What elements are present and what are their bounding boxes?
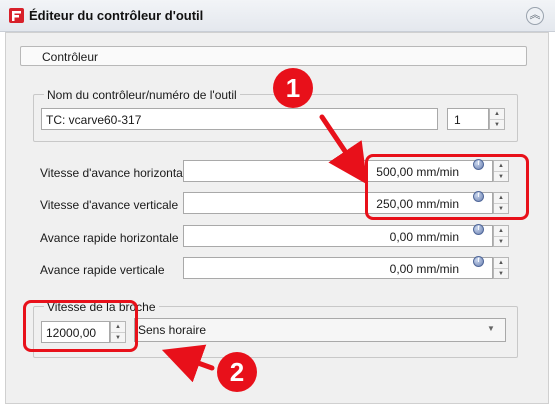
vertical-rapid-stepper[interactable]: ▲ ▼ xyxy=(493,257,509,279)
feed-highlight-box xyxy=(365,154,529,220)
horizontal-rapid-stepper[interactable]: ▲ ▼ xyxy=(493,225,509,247)
spin-up-icon[interactable]: ▲ xyxy=(494,226,508,237)
spindle-highlight-box xyxy=(23,300,138,352)
vertical-feed-label: Vitesse d'avance verticale xyxy=(40,198,179,212)
callout-1-badge: 1 xyxy=(273,68,313,108)
section-header[interactable]: Contrôleur xyxy=(20,46,527,66)
vertical-rapid-label: Avance rapide verticale xyxy=(40,263,165,277)
callout-2-badge: 2 xyxy=(217,352,257,392)
spindle-direction-select[interactable]: Sens horaire xyxy=(134,318,506,342)
tool-number-input[interactable]: 1 xyxy=(447,108,489,130)
spin-up-icon[interactable]: ▲ xyxy=(494,258,508,269)
spin-up-icon[interactable]: ▲ xyxy=(490,109,504,120)
expression-icon[interactable]: f xyxy=(473,224,484,235)
vertical-rapid-input[interactable]: 0,00 mm/min xyxy=(183,257,493,279)
spin-down-icon[interactable]: ▼ xyxy=(494,237,508,247)
spin-down-icon[interactable]: ▼ xyxy=(494,269,508,279)
tool-number-stepper[interactable]: ▲ ▼ xyxy=(489,108,505,130)
horizontal-feed-label: Vitesse d'avance horizontale xyxy=(40,166,193,180)
window-title: Éditeur du contrôleur d'outil xyxy=(29,8,204,23)
chevron-double-up-icon[interactable]: ︽ xyxy=(526,7,544,25)
controller-name-input[interactable]: TC: vcarve60-317 xyxy=(41,108,438,130)
horizontal-rapid-label: Avance rapide horizontale xyxy=(40,231,179,245)
expression-icon[interactable]: f xyxy=(473,256,484,267)
horizontal-rapid-input[interactable]: 0,00 mm/min xyxy=(183,225,493,247)
spindle-direction-value: Sens horaire xyxy=(138,323,207,337)
chevron-down-icon[interactable]: ▼ xyxy=(487,324,495,333)
tool-name-group-title: Nom du contrôleur/numéro de l'outil xyxy=(44,88,240,102)
freecad-logo-icon xyxy=(9,8,24,23)
spin-down-icon[interactable]: ▼ xyxy=(490,120,504,130)
